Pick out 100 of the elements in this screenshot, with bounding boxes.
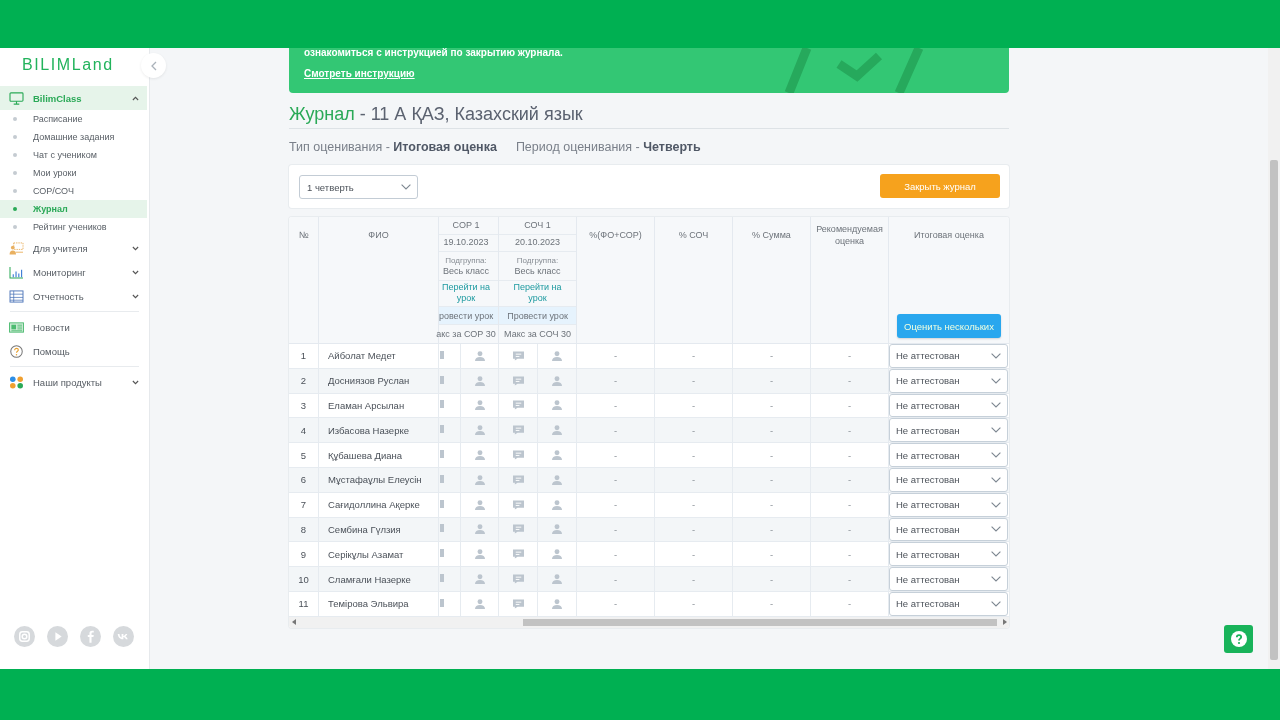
person-icon[interactable] [474,400,485,411]
person-icon[interactable] [474,350,485,361]
grade-select[interactable]: Не аттестован [889,492,1008,517]
student-name: Айболат Медет [328,350,396,362]
chevron-down-icon [401,184,411,190]
column-header: %(ФО+СОР) [589,229,642,241]
submenu-item[interactable]: СОР/СОЧ [0,182,147,200]
menu-item[interactable]: Отчетность [0,284,147,308]
comment-icon[interactable] [512,375,524,386]
conduct-lesson-button[interactable]: Провести урок [499,307,576,326]
submenu-item[interactable]: Домашние задания [0,128,147,146]
conduct-lesson-button[interactable]: ровести урок [439,307,498,326]
max-score: акс за СОР 30 [436,328,496,340]
comment-icon[interactable] [440,474,444,485]
comment-icon[interactable] [440,524,444,535]
comment-icon[interactable] [440,350,444,361]
grade-select[interactable]: Не аттестован [889,567,1008,591]
grade-select[interactable]: Не аттестован [889,344,1008,368]
person-icon[interactable] [552,598,562,609]
menu-item[interactable]: Наши продукты [0,370,147,394]
person-icon[interactable] [474,474,485,485]
submenu-item[interactable]: Рейтинг учеников [0,218,147,236]
comment-icon[interactable] [440,499,444,510]
comment-icon[interactable] [440,549,444,560]
person-icon[interactable] [474,425,485,436]
person-icon[interactable] [474,524,485,535]
menu-item[interactable]: Новости [0,315,147,339]
vertical-scrollbar[interactable] [1268,48,1280,669]
grade-select[interactable]: Не аттестован [889,468,1008,492]
help-button[interactable] [1224,625,1253,653]
collapse-button[interactable] [141,53,166,78]
comment-icon[interactable] [512,400,524,411]
grade-select[interactable]: Не аттестован [889,418,1008,443]
comment-icon[interactable] [512,425,524,436]
submenu-item[interactable]: Мои уроки [0,164,147,182]
scrollbar-thumb[interactable] [1270,160,1278,660]
comment-icon[interactable] [512,574,524,585]
chevron-down-icon [991,501,1001,508]
table-cell: - [847,375,852,387]
comment-icon[interactable] [512,350,524,361]
row-number: 11 [298,598,309,610]
menu-item[interactable]: Помощь [0,339,147,363]
comment-icon[interactable] [512,598,524,609]
comment-icon[interactable] [512,499,524,510]
chevron-down-icon [991,352,1001,359]
person-icon[interactable] [474,574,485,585]
grade-select[interactable]: Не аттестован [889,542,1008,567]
person-icon[interactable] [552,574,562,585]
instagram-icon[interactable] [14,626,35,647]
comment-icon[interactable] [440,400,444,411]
comment-icon[interactable] [440,375,444,386]
person-icon[interactable] [474,375,485,386]
person-icon[interactable] [552,499,562,510]
chevron-left-icon [150,60,157,71]
person-icon[interactable] [552,549,562,560]
period-select[interactable]: 1 четверть [299,175,418,199]
grade-select[interactable]: Не аттестован [889,393,1008,418]
grade-select[interactable]: Не аттестован [889,368,1008,393]
comment-icon[interactable] [440,598,444,609]
person-icon[interactable] [552,400,562,411]
comment-icon[interactable] [440,425,444,436]
table-cell: - [847,400,852,411]
submenu-item[interactable]: Чат с учеником [0,146,147,164]
person-icon[interactable] [552,474,562,485]
menu-item[interactable]: Для учителя [0,236,147,260]
subgroup-value: Весь класс [443,265,489,277]
play-icon[interactable] [47,626,68,647]
scrollbar-thumb[interactable] [523,618,997,626]
person-icon[interactable] [552,375,562,386]
person-icon[interactable] [474,549,485,560]
person-icon[interactable] [552,350,562,361]
grade-select[interactable]: Не аттестован [889,443,1008,467]
dot-icon [13,189,17,193]
person-icon[interactable] [552,524,562,535]
comment-icon[interactable] [512,450,524,461]
arrow-right-icon[interactable] [1003,619,1007,626]
horizontal-scrollbar[interactable] [289,616,1009,628]
comment-icon[interactable] [440,574,444,585]
comment-icon[interactable] [512,524,524,535]
person-icon[interactable] [474,450,485,461]
table-cell: - [847,499,852,511]
student-name: Еламан Арсылан [328,400,405,411]
comment-icon[interactable] [512,474,524,485]
facebook-icon[interactable] [80,626,101,647]
person-icon[interactable] [552,450,562,461]
table-cell: - [691,474,696,486]
person-icon[interactable] [552,425,562,436]
grade-select[interactable]: Не аттестован [889,591,1008,616]
vk-icon[interactable] [113,626,134,647]
arrow-left-icon[interactable] [292,619,296,626]
table-cell: - [691,400,696,411]
table-cell: - [691,598,696,610]
person-icon[interactable] [474,499,485,510]
submenu-item[interactable]: Расписание [0,110,147,128]
menu-item[interactable]: Мониторинг [0,260,147,284]
person-icon[interactable] [474,598,485,609]
comment-icon[interactable] [512,549,524,560]
comment-icon[interactable] [440,450,444,461]
grade-select[interactable]: Не аттестован [889,517,1008,542]
monitor-icon [9,91,24,105]
